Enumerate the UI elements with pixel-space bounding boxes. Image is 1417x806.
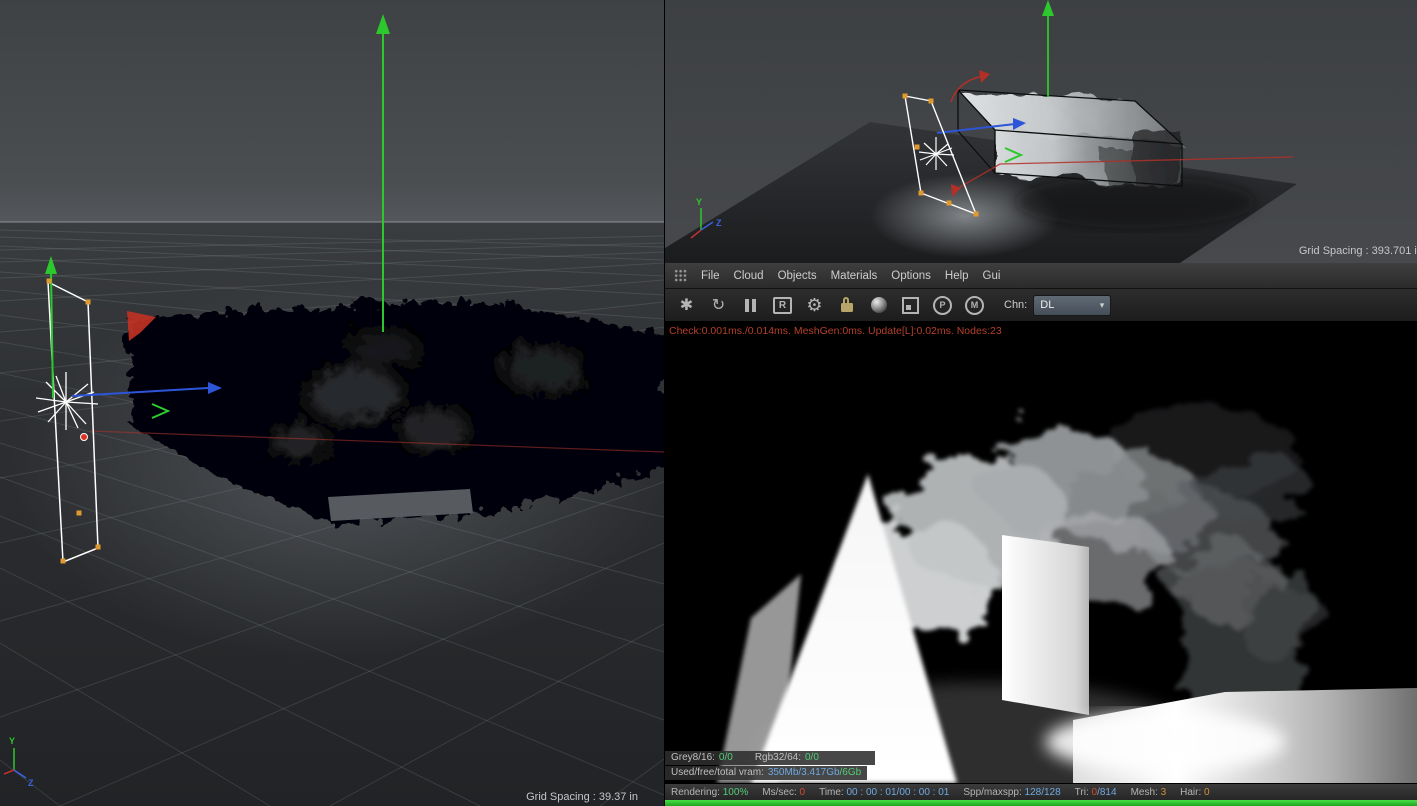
rgb-format-value: 0/0 [804, 752, 819, 763]
progress-fill [665, 800, 1417, 806]
grid-spacing-label: Grid Spacing : 393.701 in [1299, 245, 1417, 257]
render-viewport[interactable]: Check:0.001ms./0.014ms. MeshGen:0ms. Upd… [665, 322, 1417, 783]
channel-label: Chn: [1004, 299, 1028, 311]
mssec-status: Ms/sec: 0 [762, 786, 806, 798]
vram-total-value: /6Gb [839, 767, 862, 778]
render-progressbar [665, 800, 1417, 806]
pixel-format-row: Grey8/16: 0/0 Rgb32/64: 0/0 [665, 751, 875, 765]
rgb-format-label: Rgb32/64: [754, 752, 801, 763]
material-sphere-icon[interactable] [866, 293, 891, 318]
render-menubar: File Cloud Objects Materials Options Hel… [665, 263, 1417, 289]
pause-icon[interactable] [738, 293, 763, 318]
tri-status: Tri: 0/814 [1074, 786, 1117, 798]
channel-value: DL [1040, 299, 1055, 311]
axis-z-label: Z [28, 778, 34, 788]
vram-used-value: 350Mb/3.417Gb [767, 767, 840, 778]
menu-objects[interactable]: Objects [771, 270, 824, 282]
perspective-viewport[interactable]: Y Z Grid Spacing : 393.701 in [665, 0, 1417, 263]
menu-help[interactable]: Help [938, 270, 976, 282]
axis-z-label: Z [716, 218, 722, 228]
refresh-icon[interactable]: ↻ [706, 293, 731, 318]
white-slab [1002, 535, 1089, 715]
mesh-button[interactable]: M [962, 293, 987, 318]
right-panel: Y Z Grid Spacing : 393.701 in File Cloud… [665, 0, 1417, 806]
vram-label: Used/free/total vram: [671, 767, 764, 778]
grey-format-value: 0/0 [718, 752, 733, 763]
viewport-square-icon[interactable] [898, 293, 923, 318]
menu-options[interactable]: Options [884, 270, 938, 282]
axis-y-label: Y [9, 736, 15, 746]
floor-hotspot [1045, 712, 1285, 772]
gpu-render-window: File Cloud Objects Materials Options Hel… [665, 263, 1417, 806]
particles-button[interactable]: P [930, 293, 955, 318]
render-statusbar: Rendering: 100% Ms/sec: 0 Time: 00 : 00 … [665, 783, 1417, 800]
simulate-icon[interactable]: ✱ [674, 293, 699, 318]
render-mode-button[interactable]: R [770, 293, 795, 318]
time-status: Time: 00 : 00 : 01/00 : 00 : 01 [819, 786, 950, 798]
orthographic-viewport[interactable]: Y Z Grid Spacing : 39.37 in [0, 0, 664, 806]
gear-icon[interactable]: ⚙ [802, 293, 827, 318]
gizmo-center-handle[interactable] [80, 433, 88, 441]
grid-spacing-label: Grid Spacing : 39.37 in [526, 791, 638, 803]
lock-icon[interactable] [834, 293, 859, 318]
render-toolbar: ✱ ↻ R ⚙ P M Chn: DL ▾ [665, 289, 1417, 322]
menu-file[interactable]: File [694, 270, 727, 282]
perf-stats: Check:0.001ms./0.014ms. MeshGen:0ms. Upd… [669, 325, 1002, 337]
app-grid-icon[interactable] [674, 269, 687, 282]
hair-status: Hair: 0 [1180, 786, 1210, 798]
menu-materials[interactable]: Materials [824, 270, 885, 282]
chevron-down-icon: ▾ [1099, 299, 1105, 310]
app-root: Y Z Grid Spacing : 39.37 in Y Z Grid Spa… [0, 0, 1417, 806]
grey-format-label: Grey8/16: [671, 752, 715, 763]
axis-y-label: Y [696, 197, 702, 207]
viewport-sky [0, 0, 664, 222]
rendering-status: Rendering: 100% [671, 786, 749, 798]
menu-gui[interactable]: Gui [976, 270, 1008, 282]
channel-dropdown[interactable]: DL ▾ [1033, 294, 1112, 316]
vram-row: Used/free/total vram: 350Mb/3.417Gb/6Gb [665, 766, 868, 780]
menu-cloud[interactable]: Cloud [727, 270, 771, 282]
smoke-block-right [1170, 547, 1325, 710]
spp-status: Spp/maxspp: 128/128 [963, 786, 1061, 798]
mesh-status: Mesh: 3 [1130, 786, 1167, 798]
